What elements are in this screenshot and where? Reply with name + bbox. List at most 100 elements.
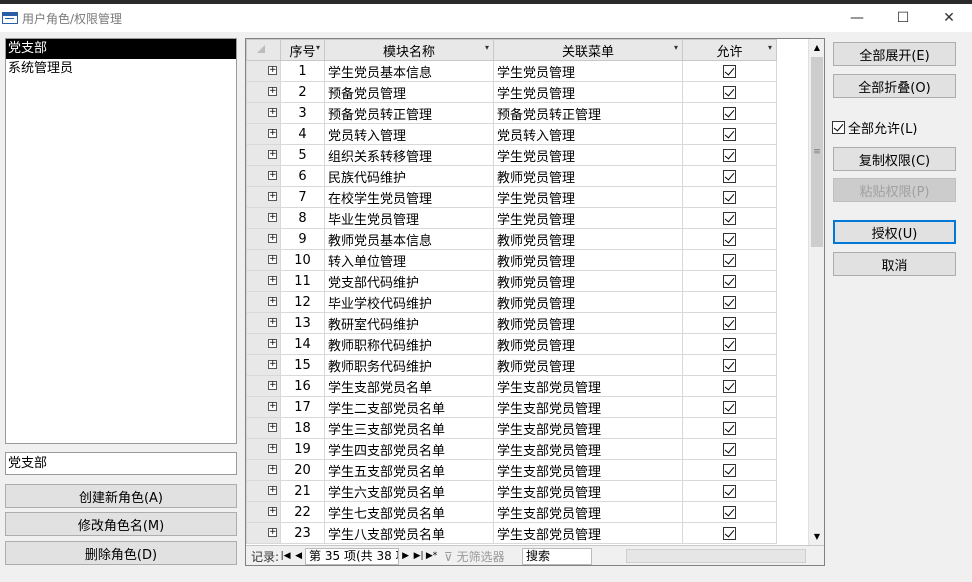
- row-selector[interactable]: +: [246, 291, 281, 313]
- cell-menu[interactable]: 教师党员管理: [493, 270, 683, 292]
- cell-module[interactable]: 学生七支部党员名单: [324, 501, 494, 523]
- row-selector[interactable]: +: [246, 144, 281, 166]
- cell-module[interactable]: 在校学生党员管理: [324, 186, 494, 208]
- cell-seq[interactable]: 10: [280, 249, 325, 271]
- allow-checkbox[interactable]: [723, 85, 736, 99]
- cell-menu[interactable]: 教师党员管理: [493, 249, 683, 271]
- allow-checkbox[interactable]: [723, 400, 736, 414]
- cell-seq[interactable]: 11: [280, 270, 325, 292]
- table-row[interactable]: +19 学生四支部党员名单 学生支部党员管理: [246, 438, 777, 460]
- minimize-button[interactable]: —: [834, 4, 880, 32]
- record-position-input[interactable]: 第 35 项(共 38 项): [305, 547, 400, 565]
- cell-allow[interactable]: [682, 186, 777, 208]
- allow-checkbox[interactable]: [723, 358, 736, 372]
- cell-module[interactable]: 预备党员管理: [324, 81, 494, 103]
- expand-plus-icon[interactable]: +: [268, 339, 277, 348]
- cell-allow[interactable]: [682, 60, 777, 82]
- cell-seq[interactable]: 16: [280, 375, 325, 397]
- next-record-icon[interactable]: ▶: [399, 551, 412, 561]
- row-selector[interactable]: +: [246, 480, 281, 502]
- cell-seq[interactable]: 9: [280, 228, 325, 250]
- expand-plus-icon[interactable]: +: [268, 402, 277, 411]
- allow-checkbox[interactable]: [723, 274, 736, 288]
- table-row[interactable]: +1 学生党员基本信息 学生党员管理: [246, 60, 777, 82]
- cell-seq[interactable]: 19: [280, 438, 325, 460]
- last-record-icon[interactable]: ▶|: [412, 551, 425, 561]
- expand-plus-icon[interactable]: +: [268, 423, 277, 432]
- cell-menu[interactable]: 学生支部党员管理: [493, 375, 683, 397]
- cell-menu[interactable]: 学生支部党员管理: [493, 417, 683, 439]
- row-selector[interactable]: +: [246, 81, 281, 103]
- allow-checkbox[interactable]: [723, 127, 736, 141]
- expand-plus-icon[interactable]: +: [268, 255, 277, 264]
- allow-checkbox[interactable]: [723, 295, 736, 309]
- row-selector[interactable]: +: [246, 123, 281, 145]
- allow-checkbox[interactable]: [723, 505, 736, 519]
- cell-allow[interactable]: [682, 270, 777, 292]
- cancel-button[interactable]: 取消: [833, 252, 956, 276]
- expand-all-button[interactable]: 全部展开(E): [833, 42, 956, 66]
- cell-menu[interactable]: 学生党员管理: [493, 144, 683, 166]
- expand-plus-icon[interactable]: +: [268, 108, 277, 117]
- expand-plus-icon[interactable]: +: [268, 381, 277, 390]
- allow-checkbox[interactable]: [723, 169, 736, 183]
- expand-plus-icon[interactable]: +: [268, 528, 277, 537]
- cell-menu[interactable]: 学生支部党员管理: [493, 480, 683, 502]
- maximize-button[interactable]: ☐: [880, 4, 926, 32]
- cell-module[interactable]: 学生五支部党员名单: [324, 459, 494, 481]
- cell-module[interactable]: 教研室代码维护: [324, 312, 494, 334]
- cell-module[interactable]: 预备党员转正管理: [324, 102, 494, 124]
- collapse-all-button[interactable]: 全部折叠(O): [833, 74, 956, 98]
- cell-module[interactable]: 学生支部党员名单: [324, 375, 494, 397]
- table-row[interactable]: +2 预备党员管理 学生党员管理: [246, 81, 777, 103]
- row-selector[interactable]: +: [246, 207, 281, 229]
- rename-role-button[interactable]: 修改角色名(M): [5, 512, 237, 536]
- allow-all-check-icon[interactable]: [832, 121, 845, 134]
- cell-allow[interactable]: [682, 501, 777, 523]
- expand-plus-icon[interactable]: +: [268, 465, 277, 474]
- expand-plus-icon[interactable]: +: [268, 213, 277, 222]
- cell-seq[interactable]: 2: [280, 81, 325, 103]
- expand-plus-icon[interactable]: +: [268, 507, 277, 516]
- cell-module[interactable]: 教师职称代码维护: [324, 333, 494, 355]
- cell-menu[interactable]: 学生支部党员管理: [493, 522, 683, 544]
- cell-seq[interactable]: 6: [280, 165, 325, 187]
- row-selector[interactable]: +: [246, 312, 281, 334]
- row-selector[interactable]: +: [246, 417, 281, 439]
- role-item-sys-admin[interactable]: 系统管理员: [6, 59, 236, 79]
- allow-checkbox[interactable]: [723, 64, 736, 78]
- table-row[interactable]: +4 党员转入管理 党员转入管理: [246, 123, 777, 145]
- cell-module[interactable]: 学生二支部党员名单: [324, 396, 494, 418]
- cell-allow[interactable]: [682, 417, 777, 439]
- allow-all-checkbox[interactable]: 全部允许(L): [832, 118, 917, 137]
- allow-checkbox[interactable]: [723, 379, 736, 393]
- table-row[interactable]: +12 毕业学校代码维护 教师党员管理: [246, 291, 777, 313]
- cell-allow[interactable]: [682, 375, 777, 397]
- cell-menu[interactable]: 教师党员管理: [493, 228, 683, 250]
- table-row[interactable]: +8 毕业生党员管理 学生党员管理: [246, 207, 777, 229]
- vertical-scrollbar[interactable]: ▲ ≡ ▼: [808, 39, 824, 545]
- table-row[interactable]: +5 组织关系转移管理 学生党员管理: [246, 144, 777, 166]
- cell-allow[interactable]: [682, 522, 777, 544]
- cell-seq[interactable]: 1: [280, 60, 325, 82]
- cell-menu[interactable]: 学生党员管理: [493, 60, 683, 82]
- header-menu[interactable]: 关联菜单 ▾: [493, 39, 683, 61]
- cell-allow[interactable]: [682, 144, 777, 166]
- cell-allow[interactable]: [682, 102, 777, 124]
- expand-plus-icon[interactable]: +: [268, 129, 277, 138]
- row-selector[interactable]: +: [246, 375, 281, 397]
- cell-module[interactable]: 组织关系转移管理: [324, 144, 494, 166]
- allow-checkbox[interactable]: [723, 526, 736, 540]
- horizontal-scrollbar[interactable]: [626, 549, 806, 563]
- allow-checkbox[interactable]: [723, 442, 736, 456]
- cell-module[interactable]: 转入单位管理: [324, 249, 494, 271]
- allow-checkbox[interactable]: [723, 232, 736, 246]
- row-selector[interactable]: +: [246, 186, 281, 208]
- search-input[interactable]: 搜索: [522, 547, 593, 565]
- cell-menu[interactable]: 教师党员管理: [493, 354, 683, 376]
- expand-plus-icon[interactable]: +: [268, 192, 277, 201]
- select-all-corner[interactable]: [246, 39, 281, 61]
- cell-module[interactable]: 学生四支部党员名单: [324, 438, 494, 460]
- expand-plus-icon[interactable]: +: [268, 360, 277, 369]
- table-row[interactable]: +15 教师职务代码维护 教师党员管理: [246, 354, 777, 376]
